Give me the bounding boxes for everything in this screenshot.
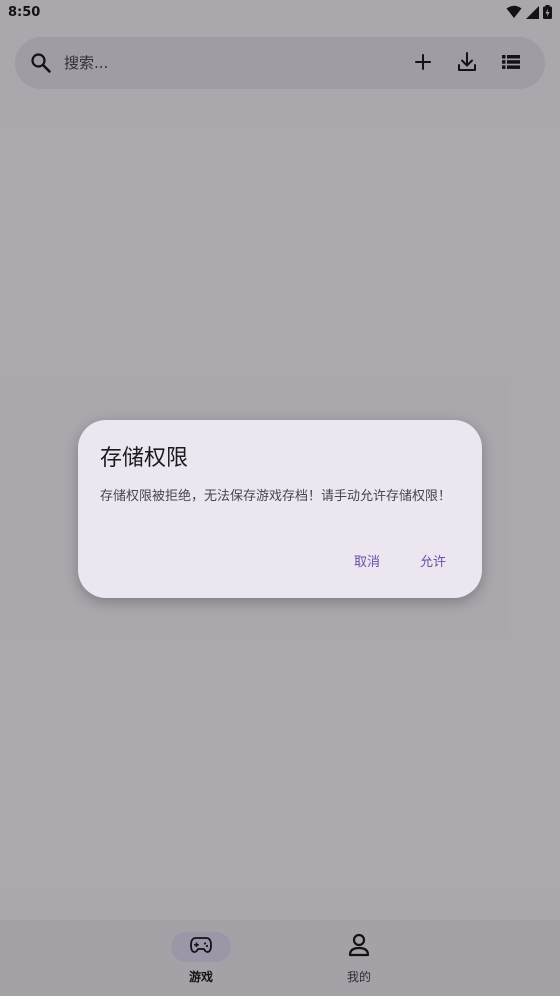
cancel-button[interactable]: 取消: [340, 543, 394, 578]
dialog-actions: 取消 允许: [340, 543, 460, 578]
storage-permission-dialog: 存储权限 存储权限被拒绝，无法保存游戏存档！请手动允许存储权限！ 取消 允许: [78, 420, 482, 598]
dialog-title: 存储权限: [100, 446, 189, 471]
dialog-message: 存储权限被拒绝，无法保存游戏存档！请手动允许存储权限！: [100, 489, 452, 504]
allow-button[interactable]: 允许: [406, 543, 460, 578]
